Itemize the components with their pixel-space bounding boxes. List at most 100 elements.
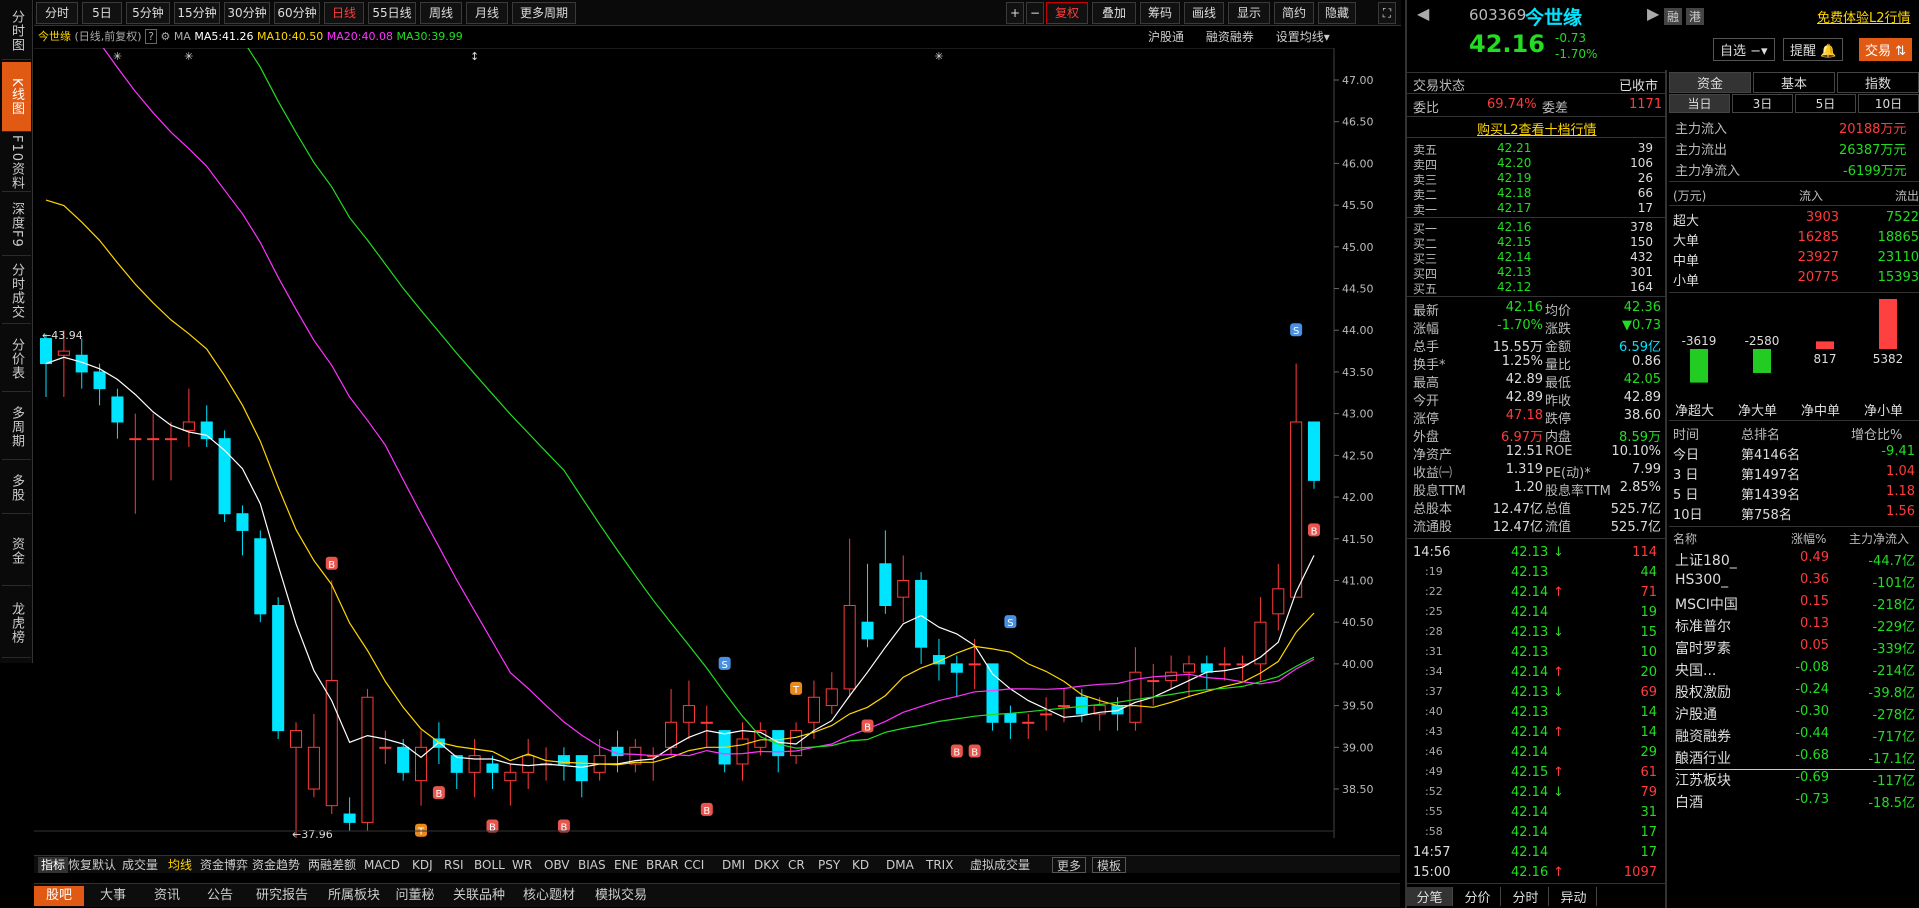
fund-tab-2[interactable]: 指数 (1837, 72, 1919, 93)
fullscreen-icon[interactable]: ⛶ (1378, 2, 1396, 24)
info-tab-4[interactable]: 研究报告 (246, 886, 318, 906)
info-tab-3[interactable]: 公告 (194, 886, 246, 906)
remind-button[interactable]: 提醒 🔔 (1783, 38, 1844, 61)
info-tab-2[interactable]: 资讯 (142, 886, 192, 906)
period-6[interactable]: 日线 (324, 2, 364, 24)
vtab-4[interactable]: 分时成交 (2, 258, 31, 324)
indicator-15[interactable]: BRAR (646, 857, 679, 873)
indicator-20[interactable]: PSY (818, 857, 840, 873)
diff-value: 1171 (1629, 97, 1663, 112)
trade-button[interactable]: 交易 ⇅ (1859, 38, 1913, 61)
vtab-0[interactable]: 分时图 (2, 2, 31, 60)
tick-tab-2[interactable]: 分时 (1503, 887, 1549, 906)
tool-2[interactable]: 筹码 (1140, 2, 1180, 24)
y-tick-label: 40.50 (1342, 616, 1374, 629)
period-0[interactable]: 分时 (36, 2, 78, 24)
vtab-6[interactable]: 多周期 (2, 394, 31, 460)
indicator-6[interactable]: 两融差额 (308, 857, 356, 873)
indicator-19[interactable]: CR (788, 857, 805, 873)
fund-tab-0[interactable]: 资金 (1669, 72, 1751, 93)
fund-subtab-3[interactable]: 10日 (1858, 94, 1919, 113)
period-10[interactable]: 更多周期 (512, 2, 576, 24)
period-5[interactable]: 60分钟 (274, 2, 320, 24)
tick-price: 42.14 (1511, 665, 1549, 680)
info-tab-9[interactable]: 模拟交易 (586, 886, 656, 906)
indicator-9[interactable]: RSI (444, 857, 464, 873)
vtab-3[interactable]: 深度F9 (2, 194, 31, 256)
indicator-26[interactable]: 模板 (1092, 857, 1127, 873)
vtab-7[interactable]: 多股 (2, 462, 31, 514)
kline-chart[interactable]: 47.00 46.50 46.00 45.50 45.00 44.50 44.00 43.50… (34, 48, 1400, 838)
fund-tab-1[interactable]: 基本 (1753, 72, 1835, 93)
indicator-24[interactable]: 虚拟成交量 (970, 857, 1030, 873)
indicator-16[interactable]: CCI (684, 857, 704, 873)
tool-5[interactable]: 简约 (1274, 2, 1314, 24)
indicator-3[interactable]: 均线 (168, 857, 192, 873)
indicator-18[interactable]: DKX (754, 857, 779, 873)
signal-marker-text: T (417, 827, 425, 838)
tool-6[interactable]: 隐藏 (1318, 2, 1356, 24)
fund-subtab-1[interactable]: 3日 (1732, 94, 1793, 113)
indicator-12[interactable]: OBV (544, 857, 570, 873)
indicator-7[interactable]: MACD (364, 857, 400, 873)
info-tab-8[interactable]: 核心题材 (516, 886, 582, 906)
sector-name: 江苏板块 (1675, 773, 1731, 789)
free-l2-link[interactable]: 免费体验L2行情 (1817, 7, 1911, 26)
candle-body (897, 579, 910, 598)
indicator-10[interactable]: BOLL (474, 857, 505, 873)
vtab-1[interactable]: K线图 (2, 62, 31, 132)
period-9[interactable]: 月线 (466, 2, 508, 24)
indicator-1[interactable]: 恢复默认 (68, 857, 116, 873)
tool-1[interactable]: 叠加 (1092, 2, 1136, 24)
period-8[interactable]: 周线 (420, 2, 462, 24)
period-7[interactable]: 55日线 (368, 2, 416, 24)
fund-subtab-2[interactable]: 5日 (1795, 94, 1856, 113)
indicator-11[interactable]: WR (512, 857, 532, 873)
indicator-17[interactable]: DMI (722, 857, 745, 873)
help-icon[interactable]: ? (145, 29, 157, 44)
l2-link[interactable]: 购买L2查看十档行情 (1477, 119, 1597, 138)
indicator-0[interactable]: 指标 (38, 857, 69, 873)
indicator-25[interactable]: 更多 (1052, 857, 1087, 873)
zoom-in-button[interactable]: + (1006, 2, 1024, 24)
info-tab-1[interactable]: 大事 (88, 886, 138, 906)
tick-tab-0[interactable]: 分笔 (1407, 887, 1453, 906)
info-tab-7[interactable]: 关联品种 (446, 886, 512, 906)
tool-4[interactable]: 显示 (1228, 2, 1270, 24)
info-tab-0[interactable]: 股吧 (34, 886, 84, 906)
indicator-22[interactable]: DMA (886, 857, 914, 873)
info-tab-5[interactable]: 所属板块 (324, 886, 384, 906)
tick-tab-3[interactable]: 异动 (1551, 887, 1597, 906)
tick-tab-1[interactable]: 分价 (1455, 887, 1501, 906)
period-4[interactable]: 30分钟 (224, 2, 270, 24)
indicator-5[interactable]: 资金趋势 (252, 857, 300, 873)
prev-stock-arrow[interactable]: ◀ (1417, 4, 1429, 23)
tool-0[interactable]: 复权 (1046, 2, 1088, 24)
info-tab-6[interactable]: 问董秘 (388, 886, 442, 906)
link-ma-settings[interactable]: 设置均线 (1276, 30, 1324, 44)
next-stock-arrow[interactable]: ▶ (1647, 4, 1659, 23)
zoom-out-button[interactable]: − (1026, 2, 1044, 24)
fund-subtab-0[interactable]: 当日 (1669, 94, 1730, 113)
add-watchlist-button[interactable]: 自选 −▾ (1713, 38, 1775, 61)
rank-value: 第758名 (1741, 508, 1792, 523)
vtab-8[interactable]: 资金 (2, 516, 31, 586)
vtab-5[interactable]: 分价表 (2, 326, 31, 392)
tool-3[interactable]: 画线 (1184, 2, 1224, 24)
period-1[interactable]: 5日 (82, 2, 122, 24)
indicator-13[interactable]: BIAS (578, 857, 606, 873)
link-rzrq[interactable]: 融资融券 (1206, 30, 1254, 44)
indicator-21[interactable]: KD (852, 857, 869, 873)
vtab-9[interactable]: 龙虎榜 (2, 588, 31, 658)
indicator-2[interactable]: 成交量 (122, 857, 158, 873)
period-2[interactable]: 5分钟 (126, 2, 170, 24)
indicator-14[interactable]: ENE (614, 857, 638, 873)
vtab-2[interactable]: F10资料 (2, 134, 31, 192)
gear-icon[interactable]: ⚙ (160, 30, 170, 43)
indicator-4[interactable]: 资金博弈 (200, 857, 248, 873)
link-hgt[interactable]: 沪股通 (1148, 30, 1184, 44)
indicator-23[interactable]: TRIX (926, 857, 953, 873)
stat-value: 8.59万 (1619, 430, 1661, 445)
indicator-8[interactable]: KDJ (412, 857, 433, 873)
period-3[interactable]: 15分钟 (174, 2, 220, 24)
